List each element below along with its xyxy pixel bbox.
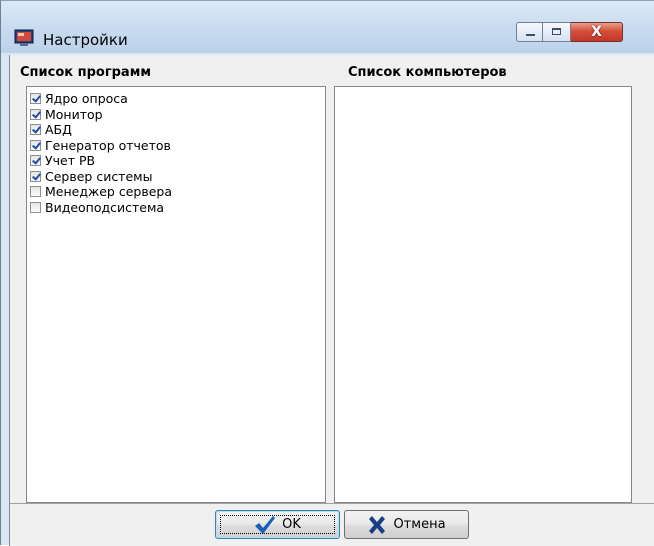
program-checkbox[interactable] <box>30 139 41 151</box>
program-checkbox[interactable] <box>30 108 41 120</box>
program-label: Менеджер сервера <box>45 184 172 199</box>
button-bar-divider <box>10 503 654 504</box>
settings-window: Настройки X Список программ Список компь… <box>0 0 654 546</box>
minimize-button[interactable] <box>516 22 543 42</box>
caption-buttons: X <box>516 22 623 44</box>
programs-checklist[interactable]: Ядро опроса Монитор АБД Генератор отчетов Уч… <box>26 86 326 503</box>
program-label: Учет РВ <box>45 153 96 168</box>
program-list-item[interactable]: АБД <box>30 122 72 137</box>
cancel-button[interactable]: Отмена <box>344 510 469 539</box>
program-list-item[interactable]: Учет РВ <box>30 153 95 168</box>
program-label: Генератор отчетов <box>45 137 171 153</box>
program-label: Сервер системы <box>45 168 153 184</box>
program-checkbox[interactable] <box>30 201 41 213</box>
programs-list-label: Список программ <box>20 65 151 80</box>
title-bar[interactable]: Настройки X <box>1 1 654 53</box>
program-list-item[interactable]: Генератор отчетов <box>30 138 171 153</box>
program-label: АБД <box>45 122 72 137</box>
cross-icon <box>369 515 386 534</box>
program-label: Ядро опроса <box>45 91 128 106</box>
program-checkbox[interactable] <box>30 170 41 182</box>
close-icon: X <box>591 24 602 40</box>
maximize-icon <box>552 28 561 35</box>
program-checkbox[interactable] <box>30 93 41 104</box>
program-checkbox[interactable] <box>30 155 41 166</box>
program-list-item[interactable]: Монитор <box>30 107 103 122</box>
computers-list[interactable] <box>334 86 632 503</box>
close-button[interactable]: X <box>571 22 623 42</box>
cancel-button-label: Отмена <box>393 517 446 532</box>
focus-rectangle <box>220 515 335 534</box>
window-title: Настройки <box>43 31 128 49</box>
program-label: Видеоподсистема <box>45 199 165 215</box>
program-checkbox[interactable] <box>30 124 41 135</box>
program-list-item[interactable]: Сервер системы <box>30 169 152 184</box>
app-icon <box>14 29 34 46</box>
dialog-client-area: Список программ Список компьютеров Ядро … <box>9 55 654 546</box>
computers-list-label: Список компьютеров <box>348 65 507 80</box>
program-checkbox[interactable] <box>30 186 41 197</box>
ok-button[interactable]: OK <box>215 510 340 539</box>
program-list-item[interactable]: Менеджер сервера <box>30 184 172 199</box>
minimize-icon <box>526 34 535 36</box>
maximize-button[interactable] <box>543 22 571 42</box>
program-list-item[interactable]: Ядро опроса <box>30 91 128 106</box>
program-label: Монитор <box>45 106 103 122</box>
program-list-item[interactable]: Видеоподсистема <box>30 200 164 215</box>
